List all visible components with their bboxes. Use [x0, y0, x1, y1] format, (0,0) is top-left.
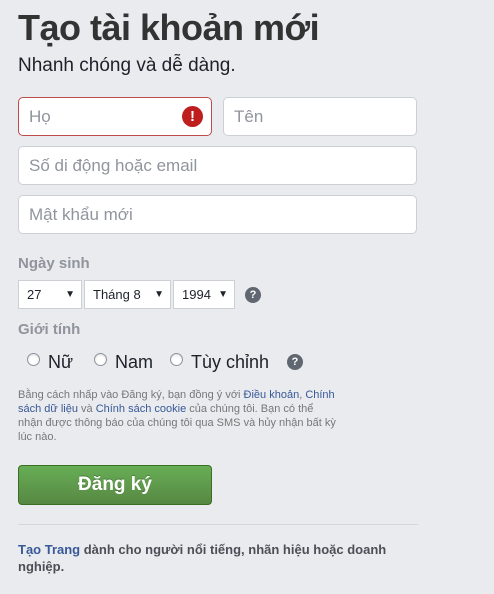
- first-name-input[interactable]: [224, 98, 416, 135]
- birthday-day-select[interactable]: 27 ▼: [18, 280, 82, 309]
- birthday-help-icon[interactable]: ?: [245, 287, 261, 303]
- birthday-label: Ngày sinh: [18, 255, 90, 272]
- signup-button[interactable]: Đăng ký: [18, 465, 212, 505]
- mobile-or-email-input[interactable]: [19, 147, 416, 184]
- gender-option-label: Tùy chỉnh: [191, 352, 270, 372]
- gender-option-male[interactable]: Nam: [94, 352, 153, 373]
- year-value: 1994: [182, 287, 211, 302]
- dropdown-arrow-icon: ▼: [65, 289, 75, 300]
- day-value: 27: [27, 287, 42, 302]
- radio-button[interactable]: [27, 353, 40, 366]
- contact-field[interactable]: [18, 146, 417, 185]
- new-password-input[interactable]: [19, 196, 416, 233]
- radio-button[interactable]: [94, 353, 107, 366]
- create-page-notice: Tạo Trang dành cho người nổi tiếng, nhãn…: [18, 541, 418, 575]
- page-subtitle: Nhanh chóng và dễ dàng.: [18, 55, 236, 76]
- gender-option-label: Nữ: [48, 352, 74, 372]
- gender-option-female[interactable]: Nữ: [27, 352, 73, 373]
- gender-help-icon[interactable]: ?: [287, 354, 303, 370]
- gender-label: Giới tính: [18, 321, 81, 338]
- error-icon: !: [182, 106, 203, 127]
- terms-link[interactable]: Điều khoản: [244, 389, 300, 401]
- gender-option-custom[interactable]: Tùy chỉnh: [170, 352, 269, 373]
- terms-text: Bằng cách nhấp vào Đăng ký, bạn đồng ý v…: [18, 389, 244, 401]
- password-field[interactable]: [18, 195, 417, 234]
- terms-separator: và: [77, 403, 96, 415]
- create-page-link[interactable]: Tạo Trang: [18, 542, 80, 557]
- divider: [18, 524, 418, 525]
- birthday-year-select[interactable]: 1994 ▼: [173, 280, 235, 309]
- first-name-field[interactable]: [223, 97, 417, 136]
- page-title: Tạo tài khoản mới: [18, 7, 320, 48]
- radio-button[interactable]: [170, 353, 183, 366]
- last-name-field[interactable]: !: [18, 97, 212, 136]
- terms-notice: Bằng cách nhấp vào Đăng ký, bạn đồng ý v…: [18, 388, 338, 444]
- gender-option-label: Nam: [115, 352, 154, 372]
- cookie-policy-link[interactable]: Chính sách cookie: [96, 403, 187, 415]
- dropdown-arrow-icon: ▼: [154, 289, 164, 300]
- month-value: Tháng 8: [93, 287, 141, 302]
- dropdown-arrow-icon: ▼: [218, 289, 228, 300]
- birthday-month-select[interactable]: Tháng 8 ▼: [84, 280, 171, 309]
